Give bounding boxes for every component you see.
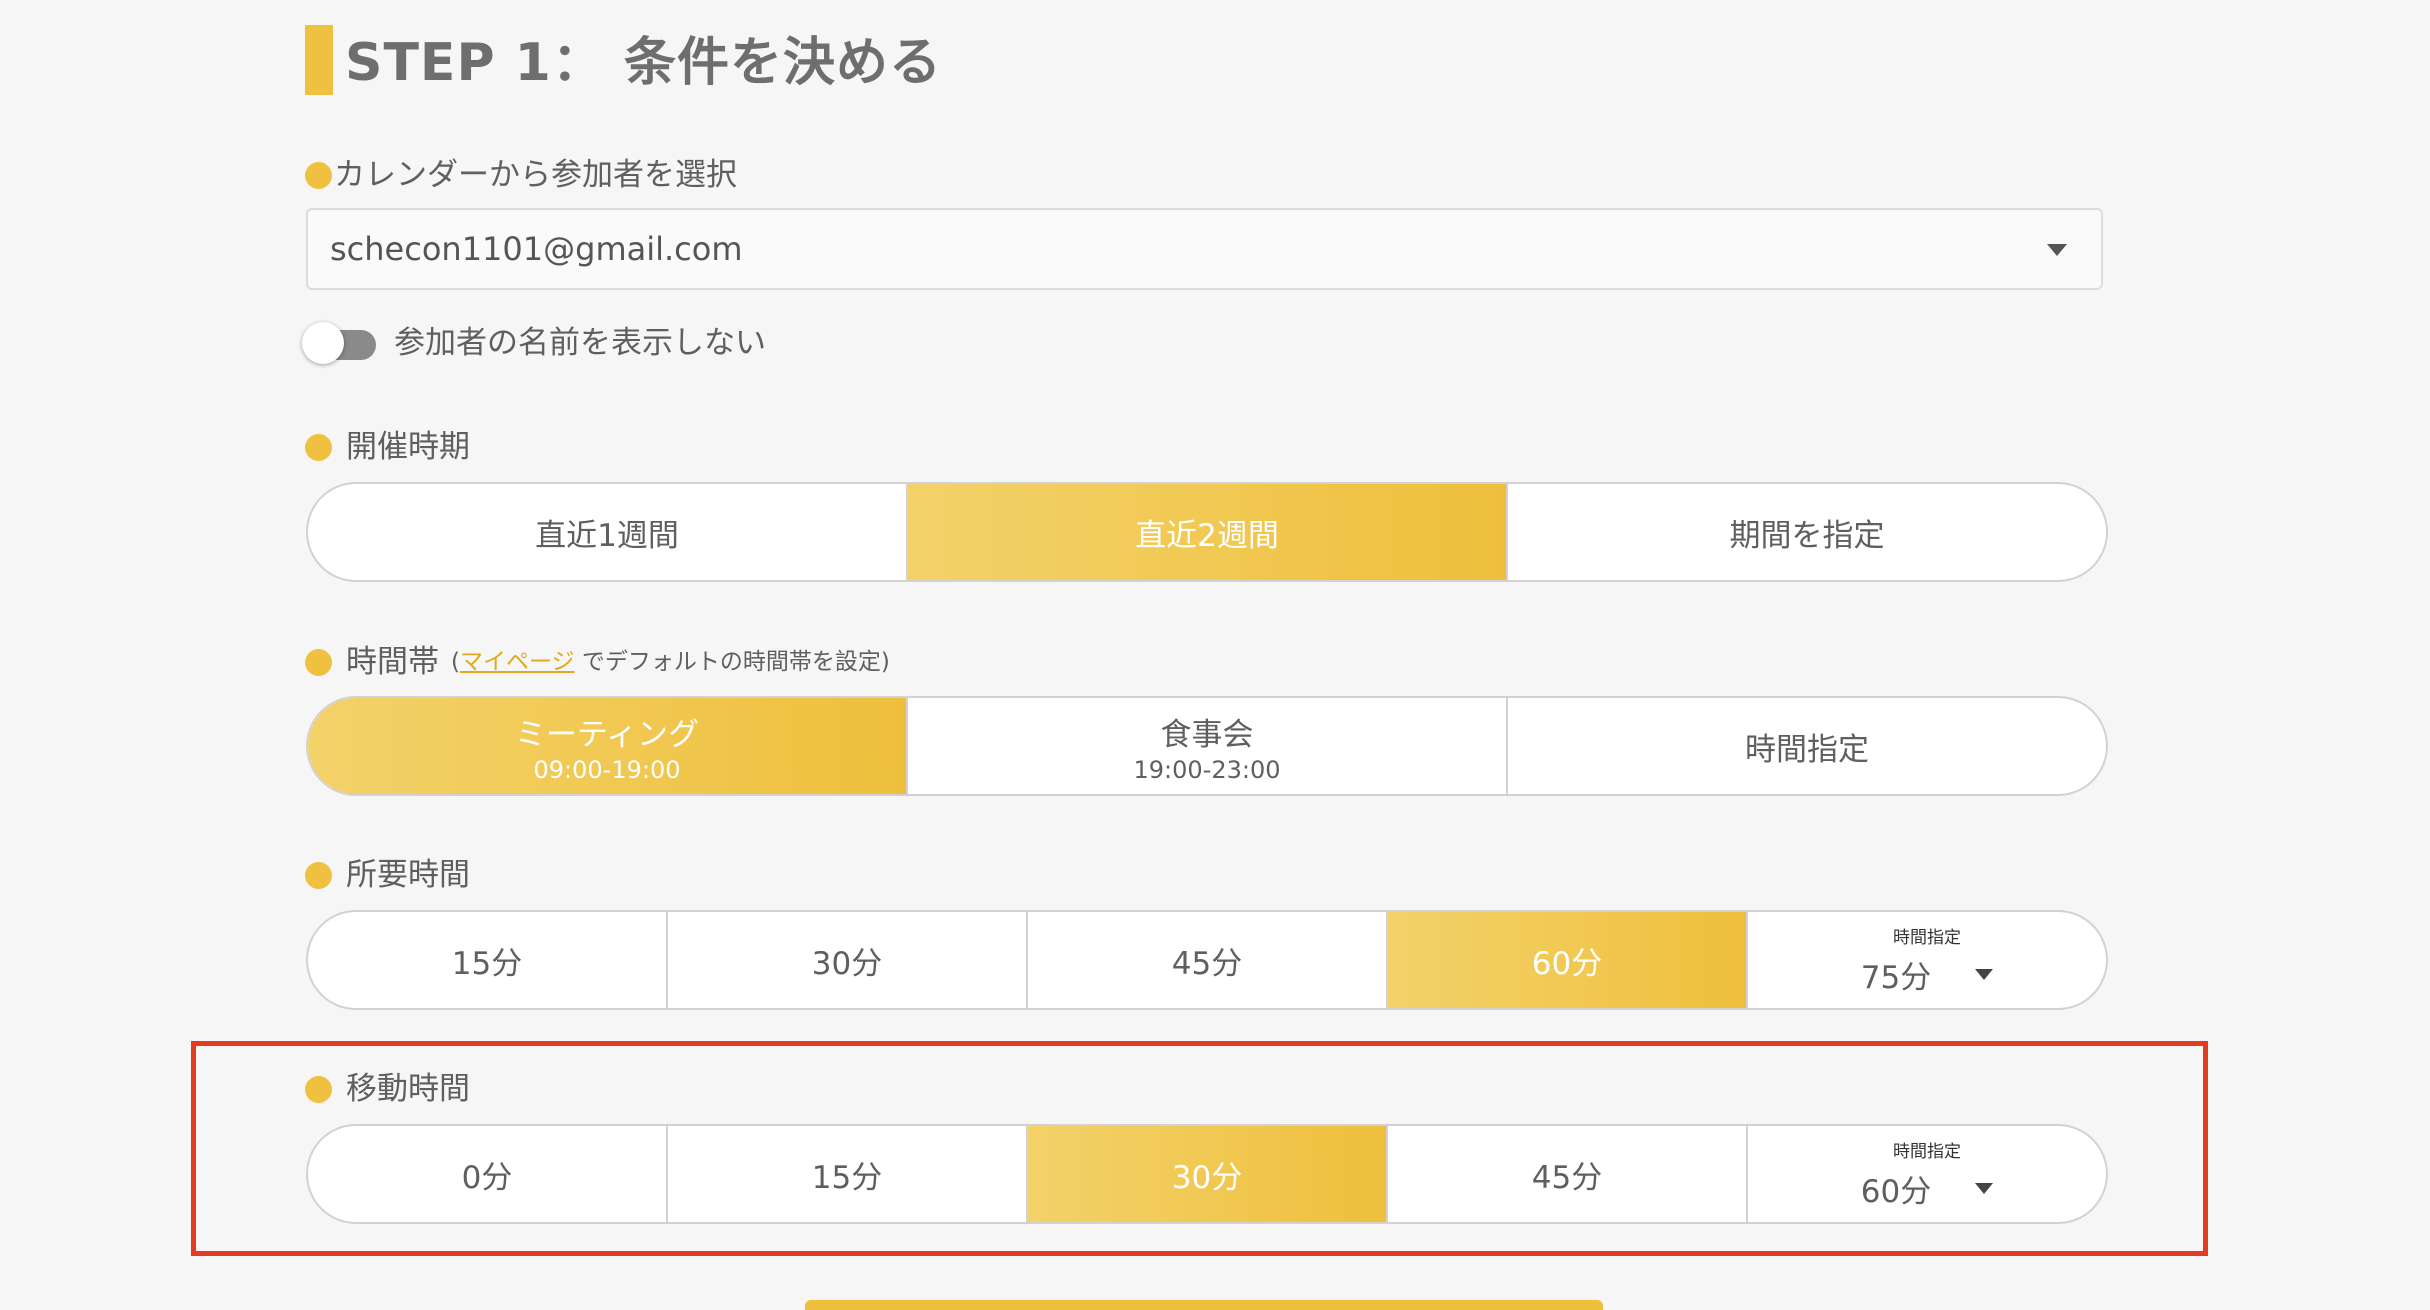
- timeslot-segmented-control: ミーティング 09:00-19:00 食事会 19:00-23:00 時間指定: [306, 696, 2108, 796]
- timeslot-section-label: 時間帯 (マイページ でデフォルトの時間帯を設定): [305, 642, 890, 682]
- option-label: 45分: [1171, 945, 1243, 982]
- duration-section-label: 所要時間: [305, 855, 470, 895]
- toggle-knob[interactable]: [302, 322, 344, 364]
- period-section-label: 開催時期: [305, 427, 470, 467]
- bullet-dot-icon: [305, 861, 332, 889]
- timeslot-option-custom[interactable]: 時間指定: [1508, 698, 2106, 794]
- option-label: 直近1週間: [535, 517, 679, 554]
- participants-select-value: schecon1101@gmail.com: [330, 230, 743, 268]
- option-time-range: 19:00-23:00: [1133, 755, 1281, 784]
- custom-value-row: 75分: [1860, 952, 1994, 997]
- bullet-dot-icon: [305, 648, 332, 676]
- custom-time-value: 75分: [1860, 960, 1932, 996]
- period-option-custom[interactable]: 期間を指定: [1508, 484, 2106, 580]
- note-paren: (: [451, 649, 460, 675]
- highlight-frame: [191, 1041, 2208, 1256]
- page-title: STEP 1： 条件を決める: [345, 33, 942, 93]
- chevron-down-icon: [1975, 969, 1994, 980]
- duration-option-30[interactable]: 30分: [668, 912, 1028, 1008]
- timeslot-note: (マイページ でデフォルトの時間帯を設定): [451, 642, 890, 682]
- timeslot-label: 時間帯: [346, 644, 439, 680]
- timeslot-option-dinner[interactable]: 食事会 19:00-23:00: [908, 698, 1508, 794]
- option-label: 直近2週間: [1135, 517, 1279, 554]
- option-label: 60分: [1531, 945, 1603, 982]
- chevron-down-icon: [2047, 244, 2067, 256]
- option-label: 15分: [451, 945, 523, 982]
- period-option-1week[interactable]: 直近1週間: [308, 484, 908, 580]
- option-label: 食事会: [1160, 716, 1254, 753]
- bullet-dot-icon: [305, 433, 332, 461]
- period-option-2weeks[interactable]: 直近2週間: [908, 484, 1508, 580]
- duration-label: 所要時間: [346, 857, 470, 893]
- period-label: 開催時期: [346, 429, 470, 465]
- participants-select[interactable]: schecon1101@gmail.com: [306, 208, 2103, 290]
- duration-segmented-control: 15分 30分 45分 60分 時間指定 75分: [306, 910, 2108, 1010]
- option-label: 期間を指定: [1729, 517, 1885, 554]
- note-text: でデフォルトの時間帯を設定): [581, 649, 890, 675]
- mypage-link[interactable]: マイページ: [460, 649, 575, 675]
- custom-time-label: 時間指定: [1893, 928, 1961, 948]
- duration-custom-select[interactable]: 時間指定 75分: [1748, 912, 2106, 1008]
- hide-names-label: 参加者の名前を表示しない: [394, 325, 766, 361]
- option-time-range: 09:00-19:00: [533, 755, 681, 784]
- participants-section-label: カレンダーから参加者を選択: [305, 155, 737, 195]
- option-label: 30分: [811, 945, 883, 982]
- duration-option-60[interactable]: 60分: [1388, 912, 1748, 1008]
- period-segmented-control: 直近1週間 直近2週間 期間を指定: [306, 482, 2108, 582]
- title-accent-bar: [305, 25, 333, 95]
- bullet-dot-icon: [305, 161, 332, 189]
- timeslot-option-meeting[interactable]: ミーティング 09:00-19:00: [308, 698, 908, 794]
- duration-option-45[interactable]: 45分: [1028, 912, 1388, 1008]
- participants-label: カレンダーから参加者を選択: [334, 157, 737, 193]
- duration-option-15[interactable]: 15分: [308, 912, 668, 1008]
- next-button-peek[interactable]: [805, 1300, 1603, 1310]
- option-label: 時間指定: [1745, 731, 1869, 768]
- option-label: ミーティング: [514, 716, 700, 753]
